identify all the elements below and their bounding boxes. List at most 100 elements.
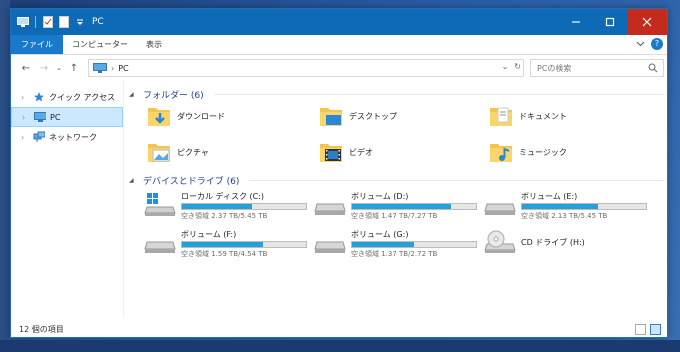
capacity-fill (522, 204, 598, 209)
drive-name: ボリューム (E:) (521, 192, 578, 201)
drive-name: ローカル ディスク (C:) (181, 192, 265, 201)
drives-group-header[interactable]: ◢ デバイスとドライブ (6) (129, 173, 665, 187)
drive-name: ボリューム (D:) (351, 192, 409, 201)
taskbar (0, 340, 680, 352)
forward-icon[interactable]: → (37, 63, 51, 74)
quick-access-toolbar (11, 16, 86, 28)
pictures-folder-icon (148, 144, 170, 162)
folder-pictures[interactable]: ピクチャ (147, 141, 209, 163)
back-icon[interactable]: ← (19, 63, 33, 74)
refresh-icon[interactable]: ↻ (514, 62, 521, 71)
up-icon[interactable]: ↑ (67, 63, 81, 74)
folder-label: ドキュメント (519, 111, 567, 121)
capacity-bar (521, 203, 647, 210)
tab-view[interactable]: 表示 (137, 35, 171, 54)
hard-drive-icon (314, 241, 346, 253)
drive-f[interactable]: ボリューム (F:) 空き領域 1.59 TB/4.54 TB (143, 229, 307, 259)
hard-drive-icon (484, 203, 516, 215)
explorer-window: PC ファイル コンピューター 表示 ? ← → ⌄ ↑ › PC ⌄ ↻ PC… (10, 8, 668, 338)
navigation-buttons: ← → ⌄ ↑ (11, 63, 81, 74)
breadcrumb[interactable]: PC (118, 64, 128, 73)
drives-grid: ローカル ディスク (C:) 空き領域 2.37 TB/5.45 TB ボリュー… (129, 187, 665, 267)
pc-small-icon (17, 16, 29, 28)
pc-icon (34, 111, 46, 123)
details-view-icon[interactable] (635, 324, 646, 335)
drive-h[interactable]: CD ドライブ (H:) (483, 229, 647, 255)
navigation-pane: › クイック アクセス › PC › ネットワーク (11, 81, 123, 317)
folder-label: ミュージック (519, 147, 567, 157)
address-end-controls: ⌄ ↻ (502, 62, 521, 71)
folders-group-header[interactable]: ◢ フォルダー (6) (129, 87, 665, 101)
drive-info: CD ドライブ (H:) (521, 237, 647, 248)
folder-music[interactable]: ミュージック (489, 141, 567, 163)
folder-label: ピクチャ (177, 147, 209, 157)
free-space-text: 空き領域 1.59 TB/4.54 TB (181, 250, 268, 258)
folder-downloads[interactable]: ダウンロード (147, 105, 225, 127)
drive-d[interactable]: ボリューム (D:) 空き領域 1.47 TB/7.27 TB (313, 191, 477, 221)
pc-address-icon (93, 63, 107, 73)
collapse-icon[interactable]: ◢ (129, 91, 139, 98)
expand-arrow-icon[interactable]: › (21, 133, 29, 142)
tiles-view-icon[interactable] (650, 324, 661, 335)
documents-folder-icon (490, 107, 512, 126)
capacity-fill (352, 204, 451, 209)
capacity-bar (181, 203, 307, 210)
tab-computer[interactable]: コンピューター (63, 35, 137, 54)
sidebar-item-network[interactable]: › ネットワーク (11, 127, 123, 147)
sidebar-item-quick-access[interactable]: › クイック アクセス (11, 87, 123, 107)
free-space-text: 空き領域 1.37 TB/2.72 TB (351, 250, 438, 258)
folders-grid: ダウンロード デスクトップ ドキュメント ピクチャ ビデオ ミュージック (129, 101, 665, 171)
minimize-icon (572, 21, 580, 23)
properties-icon[interactable] (42, 16, 54, 28)
folder-videos[interactable]: ビデオ (319, 141, 373, 163)
collapse-icon[interactable]: ◢ (129, 177, 139, 184)
breadcrumb-separator-icon[interactable]: › (111, 64, 114, 73)
drive-c[interactable]: ローカル ディスク (C:) 空き領域 2.37 TB/5.45 TB (143, 191, 307, 221)
free-space-text: 空き領域 1.47 TB/7.27 TB (351, 212, 438, 220)
drive-info: ローカル ディスク (C:) 空き領域 2.37 TB/5.45 TB (181, 191, 307, 221)
drive-g[interactable]: ボリューム (G:) 空き領域 1.37 TB/2.72 TB (313, 229, 477, 259)
music-folder-icon (490, 144, 512, 162)
tab-file[interactable]: ファイル (11, 35, 63, 54)
drive-info: ボリューム (G:) 空き領域 1.37 TB/2.72 TB (351, 229, 477, 259)
folder-documents[interactable]: ドキュメント (489, 105, 567, 127)
drive-info: ボリューム (D:) 空き領域 1.47 TB/7.27 TB (351, 191, 477, 221)
title-bar[interactable]: PC (11, 9, 667, 35)
minimize-button[interactable] (559, 9, 593, 35)
folder-label: ビデオ (349, 147, 373, 157)
capacity-fill (352, 242, 414, 247)
expand-ribbon-icon[interactable] (636, 39, 645, 50)
sidebar-item-label: PC (50, 112, 61, 122)
expand-arrow-icon[interactable]: › (22, 113, 30, 122)
customize-toolbar-icon[interactable] (74, 16, 86, 28)
group-title: フォルダー (6) (143, 90, 204, 101)
hard-drive-icon (314, 203, 346, 215)
capacity-bar (181, 241, 307, 248)
folder-desktop[interactable]: デスクトップ (319, 105, 397, 127)
windows-drive-icon (144, 193, 176, 216)
cd-drive-icon (484, 230, 516, 253)
desktop-folder-icon (320, 108, 342, 126)
search-box[interactable]: PCの検索 (530, 59, 664, 77)
sidebar-item-pc[interactable]: › PC (11, 107, 123, 127)
help-icon[interactable]: ? (651, 38, 663, 50)
capacity-bar (351, 203, 477, 210)
window-controls (559, 9, 667, 35)
drive-name: ボリューム (F:) (181, 230, 237, 239)
folder-label: ダウンロード (177, 111, 225, 121)
search-input[interactable]: PCの検索 (537, 63, 571, 74)
toolbar-divider (35, 16, 36, 28)
recent-locations-icon[interactable]: ⌄ (55, 64, 63, 72)
status-bar: 12 個の項目 (11, 321, 667, 338)
close-button[interactable] (627, 9, 667, 35)
address-row: ← → ⌄ ↑ › PC ⌄ ↻ PCの検索 (11, 56, 667, 80)
new-folder-icon[interactable] (58, 16, 70, 28)
maximize-button[interactable] (593, 9, 627, 35)
pane-divider[interactable] (123, 81, 124, 317)
sidebar-item-label: ネットワーク (49, 132, 97, 142)
window-title: PC (92, 17, 104, 27)
expand-arrow-icon[interactable]: › (21, 93, 29, 102)
drive-e[interactable]: ボリューム (E:) 空き領域 2.13 TB/5.45 TB (483, 191, 647, 221)
address-dropdown-icon[interactable]: ⌄ (502, 62, 509, 71)
address-bar[interactable]: › PC ⌄ ↻ (88, 59, 524, 77)
